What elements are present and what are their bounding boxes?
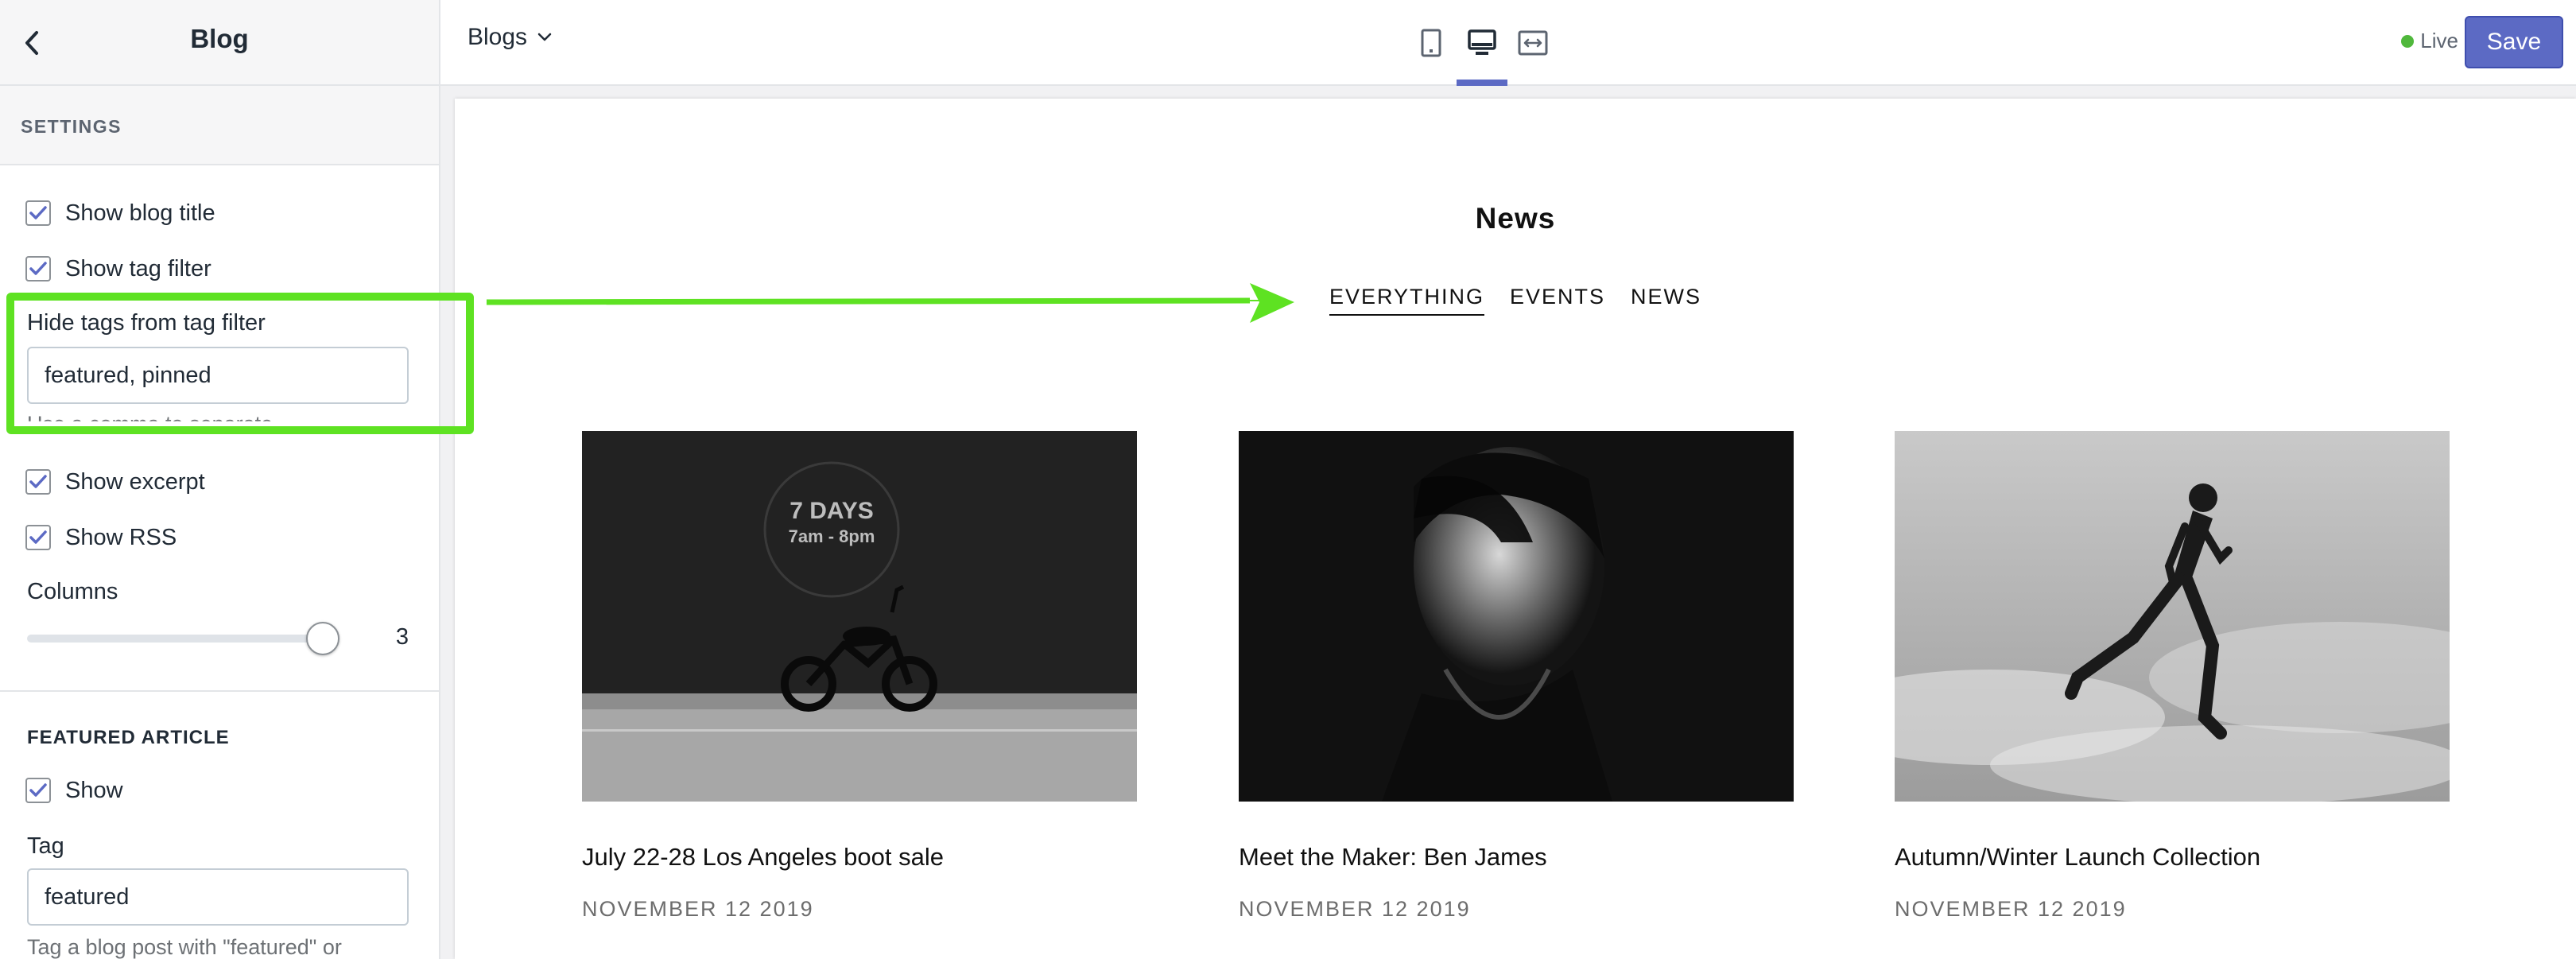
featured-tag-input[interactable]: [27, 868, 409, 926]
columns-slider-track[interactable]: [27, 635, 324, 643]
article-card[interactable]: Meet the Maker: Ben James NOVEMBER 12 20…: [1239, 431, 1794, 921]
blog-selector[interactable]: Blogs: [467, 24, 553, 51]
featured-tag-help: Tag a blog post with "featured" or: [27, 935, 342, 959]
show-rss-checkbox[interactable]: Show RSS: [25, 522, 177, 553]
status-dot-icon: [2401, 34, 2415, 48]
editor-topbar: Blogs Live Save: [440, 0, 2576, 86]
blog-title: News: [1475, 202, 1556, 235]
active-device-indicator: [1457, 80, 1507, 86]
divider: [0, 690, 439, 692]
tag-filter-news[interactable]: NEWS: [1631, 285, 1701, 316]
fullwidth-icon[interactable]: [1512, 22, 1554, 64]
sidebar-title: Blog: [190, 24, 249, 53]
article-title[interactable]: July 22-28 Los Angeles boot sale: [582, 843, 944, 872]
show-tag-filter-checkbox[interactable]: Show tag filter: [25, 253, 211, 285]
article-title[interactable]: Meet the Maker: Ben James: [1239, 843, 1547, 872]
section-label: SETTINGS: [21, 116, 122, 137]
checkbox-label: Show blog title: [65, 200, 215, 226]
checkbox-checked-icon[interactable]: [25, 469, 51, 495]
desktop-icon[interactable]: [1461, 22, 1503, 64]
checkbox-checked-icon[interactable]: [25, 778, 51, 803]
article-image-jumping-man[interactable]: [1895, 431, 2450, 802]
blog-selector-label: Blogs: [467, 24, 528, 50]
article-date: NOVEMBER 12 2019: [1895, 897, 2127, 921]
live-status-label: Live: [2420, 29, 2458, 52]
checkbox-label: Show: [65, 777, 123, 803]
article-image-portrait[interactable]: [1239, 431, 1794, 802]
article-title[interactable]: Autumn/Winter Launch Collection: [1895, 843, 2260, 872]
live-status: Live: [2401, 29, 2458, 53]
checkbox-label: Show tag filter: [65, 255, 211, 281]
checkbox-label: Show RSS: [65, 524, 177, 550]
tag-filter-everything[interactable]: EVERYTHING: [1329, 285, 1484, 316]
article-date: NOVEMBER 12 2019: [1239, 897, 1471, 921]
image-text-days: 7 DAYS: [789, 498, 874, 524]
featured-show-checkbox[interactable]: Show: [25, 775, 123, 806]
checkbox-checked-icon[interactable]: [25, 200, 51, 226]
annotation-arrow-icon: [487, 283, 1294, 323]
checkbox-label: Show excerpt: [65, 468, 205, 495]
columns-value: 3: [395, 624, 409, 650]
annotation-highlight-box: [6, 293, 474, 434]
settings-section-header: SETTINGS: [0, 86, 439, 165]
article-date: NOVEMBER 12 2019: [582, 897, 814, 921]
article-card[interactable]: Autumn/Winter Launch Collection NOVEMBER…: [1895, 431, 2450, 921]
featured-tag-label: Tag: [27, 833, 64, 859]
save-button[interactable]: Save: [2465, 16, 2563, 68]
featured-article-heading: FEATURED ARTICLE: [27, 727, 230, 748]
chevron-down-icon: [537, 33, 552, 41]
show-excerpt-checkbox[interactable]: Show excerpt: [25, 466, 205, 498]
theme-preview: News EVERYTHING EVENTS NEWS 7 DAYS 7am -…: [455, 99, 2576, 959]
show-blog-title-checkbox[interactable]: Show blog title: [25, 197, 215, 229]
image-text-hours: 7am - 8pm: [789, 526, 875, 546]
columns-label: Columns: [27, 579, 118, 604]
tag-filter-events[interactable]: EVENTS: [1510, 285, 1605, 316]
columns-slider-thumb[interactable]: [306, 622, 339, 655]
article-image-motorcycle[interactable]: 7 DAYS 7am - 8pm: [582, 431, 1137, 802]
checkbox-checked-icon[interactable]: [25, 525, 51, 550]
mobile-icon[interactable]: [1410, 22, 1452, 64]
article-card[interactable]: 7 DAYS 7am - 8pm July 22-28 Los Angeles …: [582, 431, 1137, 921]
sidebar-header: Blog: [0, 0, 439, 86]
checkbox-checked-icon[interactable]: [25, 256, 51, 281]
settings-sidebar: Blog SETTINGS Show blog title Show tag f…: [0, 0, 440, 959]
